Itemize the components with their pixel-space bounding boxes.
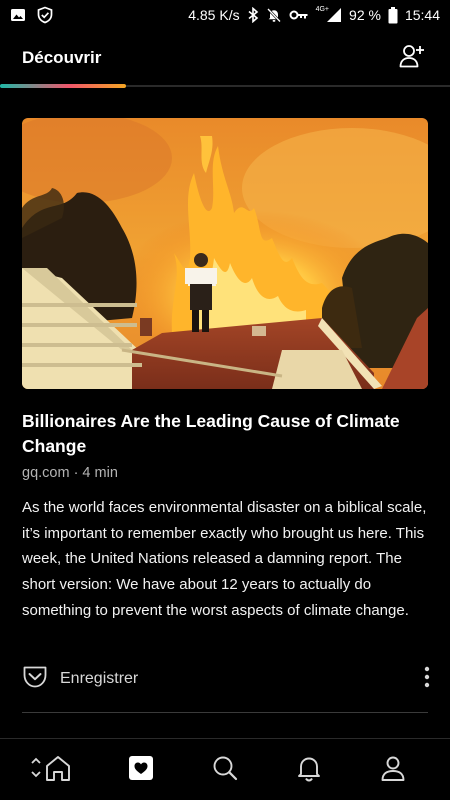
pocket-icon bbox=[22, 665, 48, 694]
saves-icon bbox=[128, 755, 154, 786]
nav-search[interactable] bbox=[203, 748, 247, 792]
vpn-key-icon bbox=[289, 9, 309, 21]
add-user-icon bbox=[398, 42, 426, 75]
search-icon bbox=[211, 754, 239, 787]
network-speed: 4.85 K/s bbox=[188, 7, 240, 23]
status-right: 4.85 K/s 4G+ 92 % 15:44 bbox=[188, 5, 440, 24]
image-icon bbox=[10, 7, 26, 23]
bottom-nav bbox=[0, 738, 450, 800]
article-meta: gq.com · 4 min bbox=[22, 465, 118, 481]
tab-indicator bbox=[0, 84, 126, 88]
network-type: 4G+ bbox=[315, 5, 330, 13]
add-user-button[interactable] bbox=[396, 42, 428, 74]
app-screen: 4.85 K/s 4G+ 92 % 15:44 Découvrir Billio… bbox=[0, 0, 450, 800]
page-title: Découvrir bbox=[22, 48, 102, 67]
nav-saves[interactable] bbox=[119, 748, 163, 792]
card-divider bbox=[22, 712, 428, 713]
more-options-button[interactable] bbox=[422, 666, 432, 693]
nav-profile[interactable] bbox=[371, 748, 415, 792]
nav-notifications[interactable] bbox=[287, 748, 331, 792]
status-left bbox=[10, 6, 54, 24]
mute-icon bbox=[266, 7, 282, 23]
shield-check-icon bbox=[36, 6, 54, 24]
article-actions: Enregistrer bbox=[22, 662, 432, 696]
battery-icon bbox=[388, 6, 398, 24]
home-icon bbox=[29, 753, 75, 788]
save-button[interactable]: Enregistrer bbox=[22, 665, 138, 694]
article-title[interactable]: Billionaires Are the Leading Cause of Cl… bbox=[22, 409, 428, 459]
status-bar: 4.85 K/s 4G+ 92 % 15:44 bbox=[0, 0, 450, 30]
article-card[interactable]: Billionaires Are the Leading Cause of Cl… bbox=[22, 118, 428, 624]
signal-icon: 4G+ bbox=[315, 5, 342, 23]
clock: 15:44 bbox=[404, 7, 440, 23]
article-excerpt: As the world faces environmental disaste… bbox=[22, 499, 427, 619]
nav-home[interactable] bbox=[27, 748, 77, 792]
notifications-icon bbox=[295, 754, 323, 787]
battery-level: 92 % bbox=[349, 7, 381, 23]
save-label: Enregistrer bbox=[60, 670, 139, 687]
bluetooth-icon bbox=[247, 7, 259, 23]
profile-icon bbox=[379, 754, 407, 787]
app-header: Découvrir bbox=[0, 30, 450, 86]
article-image[interactable] bbox=[22, 118, 428, 389]
more-vertical-icon bbox=[424, 666, 430, 693]
